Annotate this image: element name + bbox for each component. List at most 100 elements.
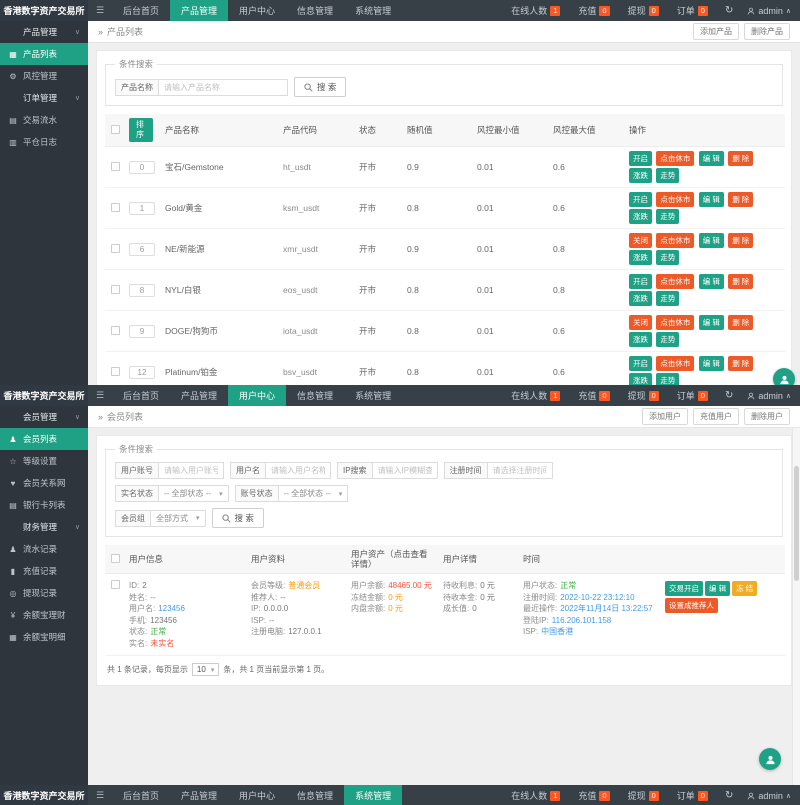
sort-header-button[interactable]: 排序 <box>129 118 153 142</box>
delete-button[interactable]: 删 除 <box>728 151 753 166</box>
sidebar-item[interactable]: ◎ 提现记录 <box>0 582 88 604</box>
updown-button[interactable]: 涨跌 <box>629 168 652 183</box>
page-action-button[interactable]: 删除产品 <box>744 23 790 40</box>
page-action-button[interactable]: 删除用户 <box>744 408 790 425</box>
scrollbar-thumb[interactable] <box>794 466 799 581</box>
edit-button[interactable]: 编 辑 <box>699 356 724 371</box>
toggle-button[interactable]: 关闭 <box>629 315 652 330</box>
topbar-stat[interactable]: 提现0 <box>619 4 668 17</box>
topbar-stat[interactable]: 充值0 <box>569 4 618 17</box>
topbar-stat[interactable]: 订单0 <box>668 4 717 17</box>
edit-button[interactable]: 编 辑 <box>699 315 724 330</box>
sidebar-item[interactable]: ♟ 流水记录 <box>0 538 88 560</box>
page-action-button[interactable]: 充值用户 <box>693 408 739 425</box>
row-checkbox[interactable] <box>111 285 120 294</box>
nav-item[interactable]: 产品管理 <box>170 785 228 805</box>
updown-button[interactable]: 涨跌 <box>629 332 652 347</box>
sort-order-input[interactable]: 1 <box>129 202 155 215</box>
refresh-icon[interactable]: ↻ <box>717 790 741 801</box>
row-checkbox[interactable] <box>111 203 120 212</box>
toggle-button[interactable]: 开启 <box>629 274 652 289</box>
nav-item[interactable]: 信息管理 <box>286 0 344 21</box>
edit-button[interactable]: 编 辑 <box>699 233 724 248</box>
floating-helper-button[interactable] <box>773 368 795 385</box>
nav-item[interactable]: 信息管理 <box>286 785 344 805</box>
delete-button[interactable]: 删 除 <box>728 356 753 371</box>
sort-order-input[interactable]: 8 <box>129 284 155 297</box>
pause-market-button[interactable]: 点击休市 <box>656 315 694 330</box>
page-action-button[interactable]: 添加产品 <box>693 23 739 40</box>
topbar-stat[interactable]: 在线人数1 <box>502 789 569 802</box>
nav-item[interactable]: 用户中心 <box>228 385 286 406</box>
topbar-stat[interactable]: 在线人数1 <box>502 389 569 402</box>
trend-button[interactable]: 走势 <box>656 209 679 224</box>
delete-button[interactable]: 删 除 <box>728 233 753 248</box>
row-checkbox[interactable] <box>111 162 120 171</box>
floating-helper-button[interactable] <box>759 748 781 770</box>
nav-item[interactable]: 产品管理 <box>170 0 228 21</box>
member-action-button[interactable]: 交易开启 <box>665 581 703 596</box>
nav-item[interactable]: 用户中心 <box>228 0 286 21</box>
sidebar-item[interactable]: 订单管理 ∨ <box>0 87 88 109</box>
topbar-stat[interactable]: 提现0 <box>619 789 668 802</box>
sidebar-item[interactable]: 产品管理 ∨ <box>0 21 88 43</box>
topbar-stat[interactable]: 提现0 <box>619 389 668 402</box>
nav-item[interactable]: 信息管理 <box>286 385 344 406</box>
toggle-button[interactable]: 开启 <box>629 151 652 166</box>
refresh-icon[interactable]: ↻ <box>717 5 741 16</box>
row-checkbox[interactable] <box>111 367 120 376</box>
pause-market-button[interactable]: 点击休市 <box>656 151 694 166</box>
topbar-stat[interactable]: 充值0 <box>569 789 618 802</box>
updown-button[interactable]: 涨跌 <box>629 209 652 224</box>
member-action-button[interactable]: 编 辑 <box>705 581 730 596</box>
select-all-checkbox[interactable] <box>111 125 120 134</box>
nav-item[interactable]: 后台首页 <box>112 0 170 21</box>
updown-button[interactable]: 涨跌 <box>629 373 652 385</box>
user-menu[interactable]: admin ∧ <box>741 6 800 16</box>
select-all-checkbox[interactable] <box>111 554 120 563</box>
page-action-button[interactable]: 添加用户 <box>642 408 688 425</box>
sidebar-item[interactable]: ▦ 产品列表 <box>0 43 88 65</box>
sidebar-item[interactable]: ⚙ 风控管理 <box>0 65 88 87</box>
nav-item[interactable]: 用户中心 <box>228 785 286 805</box>
refresh-icon[interactable]: ↻ <box>717 390 741 401</box>
nav-item[interactable]: 系统管理 <box>344 385 402 406</box>
sidebar-item[interactable]: ▥ 平仓日志 <box>0 131 88 153</box>
topbar-stat[interactable]: 订单0 <box>668 389 717 402</box>
toggle-button[interactable]: 关闭 <box>629 233 652 248</box>
trend-button[interactable]: 走势 <box>656 250 679 265</box>
sidebar-item[interactable]: 财务管理 ∨ <box>0 516 88 538</box>
nav-item[interactable]: 系统管理 <box>344 785 402 805</box>
member-action-button[interactable]: 设置成推荐人 <box>665 598 718 613</box>
sidebar-item[interactable]: ▮ 充值记录 <box>0 560 88 582</box>
sidebar-item[interactable]: ☆ 等级设置 <box>0 450 88 472</box>
delete-button[interactable]: 删 除 <box>728 274 753 289</box>
menu-toggle-icon[interactable]: ☰ <box>88 785 112 805</box>
sidebar-item[interactable]: ¥ 余额宝理财 <box>0 604 88 626</box>
search-button[interactable]: 搜 索 <box>294 77 346 97</box>
topbar-stat[interactable]: 在线人数1 <box>502 4 569 17</box>
search-input[interactable] <box>372 462 438 479</box>
delete-button[interactable]: 删 除 <box>728 315 753 330</box>
edit-button[interactable]: 编 辑 <box>699 192 724 207</box>
nav-item[interactable]: 后台首页 <box>112 385 170 406</box>
pause-market-button[interactable]: 点击休市 <box>656 192 694 207</box>
pause-market-button[interactable]: 点击休市 <box>656 233 694 248</box>
sort-order-input[interactable]: 6 <box>129 243 155 256</box>
per-page-select[interactable]: 10▾ <box>192 663 219 676</box>
toggle-button[interactable]: 开启 <box>629 192 652 207</box>
sidebar-item[interactable]: 会员管理 ∨ <box>0 406 88 428</box>
pause-market-button[interactable]: 点击休市 <box>656 274 694 289</box>
trend-button[interactable]: 走势 <box>656 332 679 347</box>
updown-button[interactable]: 涨跌 <box>629 291 652 306</box>
nav-item[interactable]: 系统管理 <box>344 0 402 21</box>
delete-button[interactable]: 删 除 <box>728 192 753 207</box>
member-group-select[interactable]: 全部方式▾ <box>150 510 206 527</box>
sidebar-item[interactable]: ▦ 余额宝明细 <box>0 626 88 648</box>
sort-order-input[interactable]: 0 <box>129 161 155 174</box>
menu-toggle-icon[interactable]: ☰ <box>88 0 112 21</box>
search-input[interactable] <box>158 462 224 479</box>
pause-market-button[interactable]: 点击休市 <box>656 356 694 371</box>
nav-item[interactable]: 产品管理 <box>170 385 228 406</box>
edit-button[interactable]: 编 辑 <box>699 274 724 289</box>
